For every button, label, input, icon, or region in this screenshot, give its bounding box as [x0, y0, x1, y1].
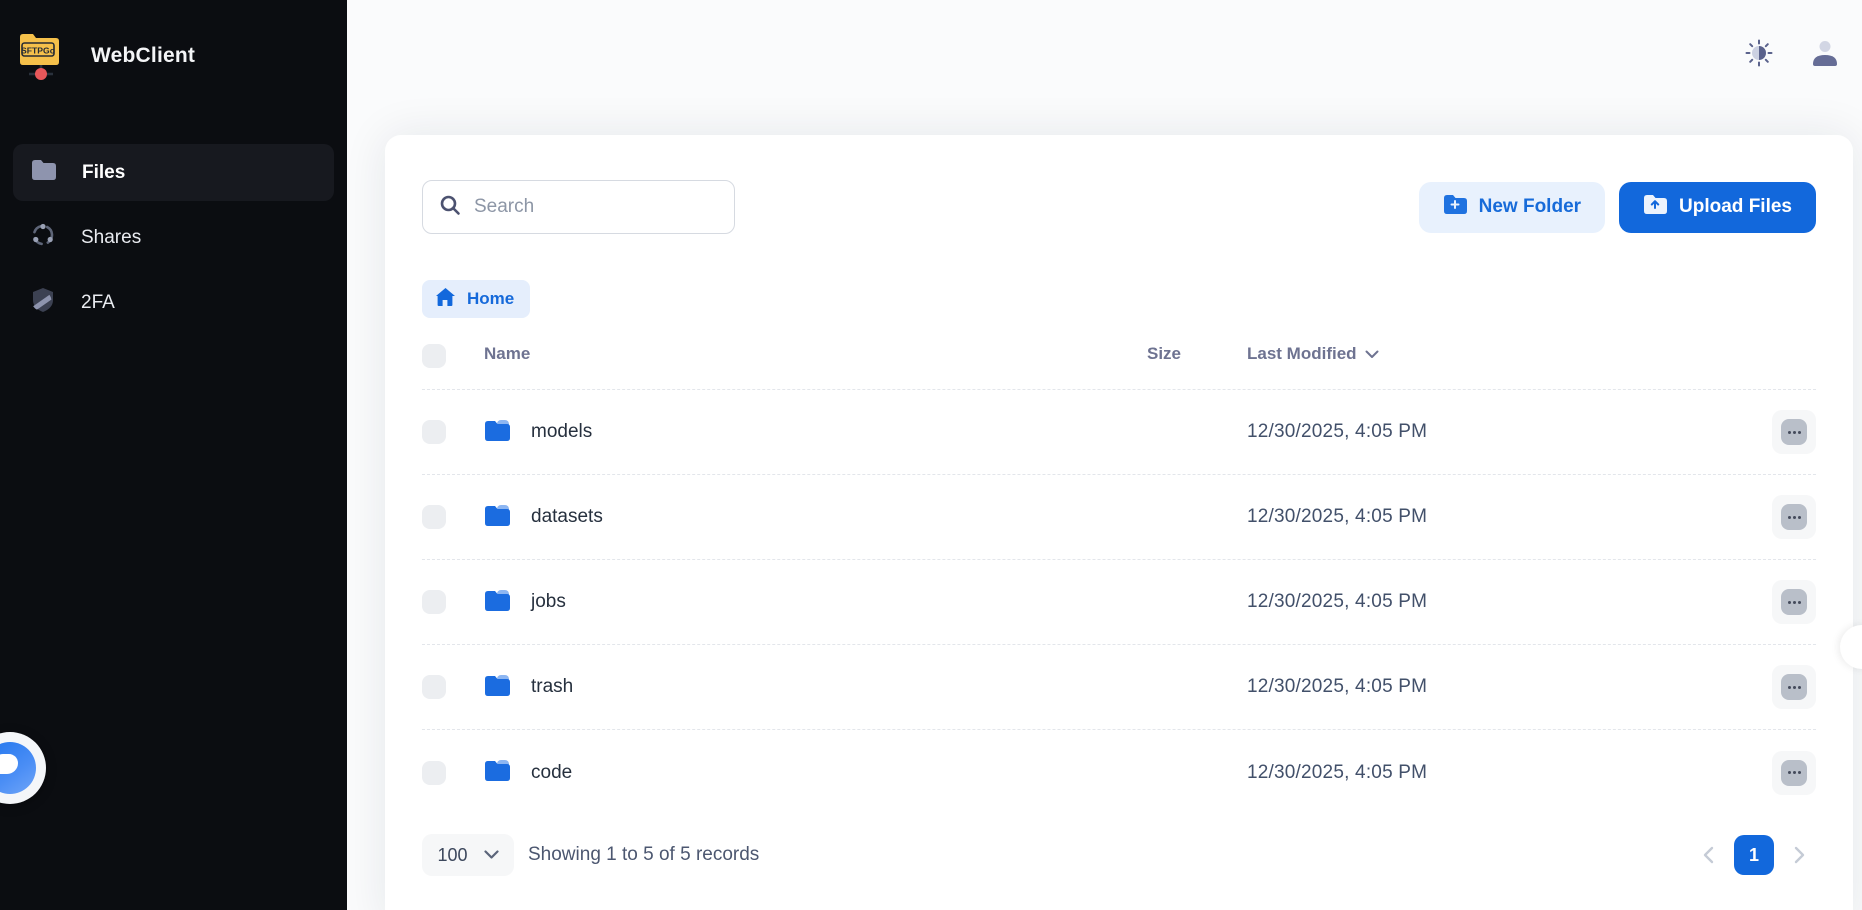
toolbar-buttons: New Folder Upload Files	[1419, 182, 1816, 233]
row-name-cell[interactable]: jobs	[484, 588, 1147, 617]
ellipsis-icon	[1781, 419, 1807, 445]
topbar	[347, 0, 1862, 135]
row-name: jobs	[531, 591, 566, 613]
sftpgo-logo-icon: SFTPGo	[17, 27, 65, 86]
folder-blue-icon	[484, 588, 511, 617]
column-header-last-modified[interactable]: Last Modified	[1247, 344, 1772, 364]
row-actions-button[interactable]	[1772, 495, 1816, 539]
row-actions-button[interactable]	[1772, 751, 1816, 795]
floating-widget-button[interactable]	[0, 732, 46, 804]
row-checkbox[interactable]	[422, 505, 446, 529]
row-actions-button[interactable]	[1772, 580, 1816, 624]
files-panel: New Folder Upload Files	[385, 135, 1853, 910]
upload-files-label: Upload Files	[1679, 196, 1792, 218]
ellipsis-icon	[1781, 674, 1807, 700]
page-size-select[interactable]: 100	[422, 834, 514, 876]
page-number-button[interactable]: 1	[1734, 835, 1774, 875]
folder-blue-icon	[484, 418, 511, 447]
breadcrumb-home[interactable]: Home	[422, 280, 530, 318]
row-modified: 12/30/2025, 4:05 PM	[1247, 762, 1772, 784]
user-menu-icon[interactable]	[1810, 38, 1840, 68]
folder-icon	[31, 159, 56, 186]
row-checkbox[interactable]	[422, 675, 446, 699]
ellipsis-icon	[1781, 760, 1807, 786]
row-modified: 12/30/2025, 4:05 PM	[1247, 676, 1772, 698]
row-name: models	[531, 421, 592, 443]
table-header: Name Size Last Modified	[422, 344, 1816, 390]
search-icon	[439, 194, 461, 221]
row-name: trash	[531, 676, 573, 698]
sort-chevron-down-icon	[1365, 344, 1379, 364]
share-nodes-icon	[31, 223, 55, 252]
ellipsis-icon	[1781, 589, 1807, 615]
row-checkbox[interactable]	[422, 590, 446, 614]
table-row[interactable]: code 12/30/2025, 4:05 PM	[422, 730, 1816, 815]
breadcrumb-home-label: Home	[467, 289, 514, 309]
sidebar-item-shares[interactable]: Shares	[13, 209, 334, 266]
brand: SFTPGo WebClient	[13, 28, 334, 84]
shield-icon	[31, 287, 55, 318]
folder-blue-icon	[484, 758, 511, 787]
table-footer: 100 Showing 1 to 5 of 5 records 1	[422, 834, 1816, 876]
row-modified: 12/30/2025, 4:05 PM	[1247, 421, 1772, 443]
floating-widget-icon	[0, 742, 36, 794]
row-name: code	[531, 762, 572, 784]
sidebar: SFTPGo WebClient Files	[0, 0, 347, 910]
next-page-button[interactable]	[1794, 846, 1806, 864]
prev-page-button[interactable]	[1702, 846, 1714, 864]
theme-toggle-icon[interactable]	[1744, 38, 1774, 68]
row-actions-button[interactable]	[1772, 665, 1816, 709]
row-name-cell[interactable]: models	[484, 418, 1147, 447]
sidebar-nav: Files Shares 2FA	[13, 144, 334, 331]
search-input[interactable]	[474, 196, 719, 218]
app-title: WebClient	[91, 44, 195, 68]
table-row[interactable]: datasets 12/30/2025, 4:05 PM	[422, 475, 1816, 560]
chevron-down-icon	[484, 848, 499, 863]
column-header-size[interactable]: Size	[1147, 344, 1247, 364]
row-modified: 12/30/2025, 4:05 PM	[1247, 591, 1772, 613]
main-area: New Folder Upload Files	[347, 0, 1862, 910]
files-toolbar: New Folder Upload Files	[422, 180, 1816, 234]
table-row[interactable]: trash 12/30/2025, 4:05 PM	[422, 645, 1816, 730]
folder-blue-icon	[484, 673, 511, 702]
home-icon	[435, 287, 456, 312]
sidebar-item-files[interactable]: Files	[13, 144, 334, 201]
row-checkbox[interactable]	[422, 761, 446, 785]
row-name: datasets	[531, 506, 603, 528]
row-checkbox[interactable]	[422, 420, 446, 444]
row-name-cell[interactable]: code	[484, 758, 1147, 787]
row-name-cell[interactable]: datasets	[484, 503, 1147, 532]
column-header-name[interactable]: Name	[484, 344, 1147, 364]
folder-plus-icon	[1443, 194, 1467, 221]
table-body: models 12/30/2025, 4:05 PM	[422, 390, 1816, 815]
sidebar-item-label: 2FA	[81, 292, 115, 314]
breadcrumb: Home	[422, 280, 1816, 318]
table-row[interactable]: models 12/30/2025, 4:05 PM	[422, 390, 1816, 475]
upload-files-button[interactable]: Upload Files	[1619, 182, 1816, 233]
page-size-value: 100	[437, 845, 467, 866]
row-actions-button[interactable]	[1772, 410, 1816, 454]
ellipsis-icon	[1781, 504, 1807, 530]
folder-upload-icon	[1643, 194, 1667, 221]
folder-blue-icon	[484, 503, 511, 532]
sidebar-item-label: Shares	[81, 227, 141, 249]
column-header-last-modified-label: Last Modified	[1247, 344, 1357, 364]
table-row[interactable]: jobs 12/30/2025, 4:05 PM	[422, 560, 1816, 645]
records-summary: Showing 1 to 5 of 5 records	[528, 844, 759, 866]
pagination: 1	[1702, 835, 1816, 875]
sidebar-item-label: Files	[82, 162, 125, 184]
search-box[interactable]	[422, 180, 735, 234]
svg-text:SFTPGo: SFTPGo	[21, 45, 55, 55]
row-modified: 12/30/2025, 4:05 PM	[1247, 506, 1772, 528]
new-folder-label: New Folder	[1479, 196, 1581, 218]
row-name-cell[interactable]: trash	[484, 673, 1147, 702]
sidebar-item-2fa[interactable]: 2FA	[13, 274, 334, 331]
new-folder-button[interactable]: New Folder	[1419, 182, 1605, 233]
select-all-checkbox[interactable]	[422, 344, 446, 368]
